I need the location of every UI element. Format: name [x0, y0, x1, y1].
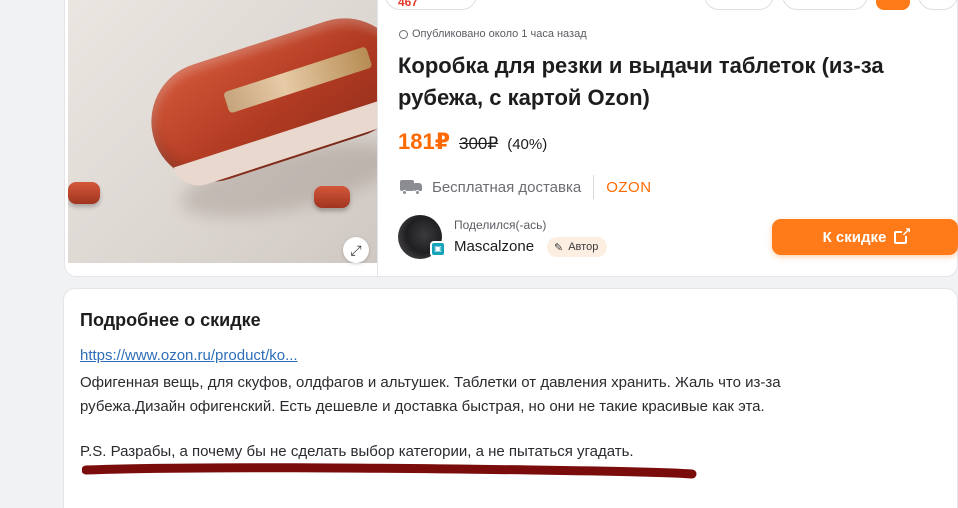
delivery-row: Бесплатная доставка OZON — [400, 175, 652, 199]
details-heading: Подробнее о скидке — [80, 310, 261, 330]
page: 467 ⤢ Опубликовано около 1 часа назад Ко… — [0, 0, 958, 508]
details-body: Офигенная вещь, для скуфов, олдфагов и а… — [80, 374, 781, 415]
author-badge: ✎ Автор — [547, 237, 608, 257]
shared-label: Поделился(-ась) — [454, 218, 547, 232]
pill — [68, 182, 100, 204]
delivery-text: Бесплатная доставка — [432, 178, 582, 196]
bookmark-button[interactable] — [876, 0, 910, 10]
comments-button[interactable] — [704, 0, 774, 10]
hand-drawn-underline — [82, 463, 697, 479]
external-link-icon — [894, 225, 911, 244]
divider — [377, 0, 378, 277]
posted-text: Опубликовано около 1 часа назад — [412, 28, 587, 40]
price-old: 300₽ — [459, 134, 499, 153]
temperature-value: 467 — [398, 0, 419, 9]
username-link[interactable]: Mascalzone — [454, 238, 534, 255]
details-ps: P.S. Разрабы, а почему бы не сделать выб… — [80, 443, 634, 460]
product-image[interactable] — [68, 0, 378, 263]
pencil-icon: ✎ — [554, 241, 564, 254]
pill — [314, 186, 350, 208]
go-to-deal-label: К скидке — [822, 228, 887, 246]
price-row: 181₽ 300₽ (40%) — [398, 129, 547, 155]
temperature-pill[interactable]: 467 — [385, 0, 477, 10]
discount-percent: (40%) — [507, 136, 548, 153]
views-button[interactable] — [782, 0, 868, 10]
author-badge-label: Автор — [568, 241, 599, 253]
expand-icon[interactable]: ⤢ — [343, 237, 369, 263]
badge-icon: ▣ — [430, 241, 446, 257]
posted-time: Опубликовано около 1 часа назад — [399, 28, 587, 40]
divider — [593, 175, 595, 199]
price-new: 181₽ — [398, 129, 451, 154]
clock-icon — [399, 29, 408, 39]
go-to-deal-button[interactable]: К скидке — [772, 219, 958, 255]
deal-title[interactable]: Коробка для резки и выдачи таблеток (из-… — [398, 50, 943, 114]
shop-link[interactable]: OZON — [606, 179, 651, 196]
product-link[interactable]: https://www.ozon.ru/product/ko... — [80, 347, 298, 364]
truck-icon — [400, 179, 423, 195]
